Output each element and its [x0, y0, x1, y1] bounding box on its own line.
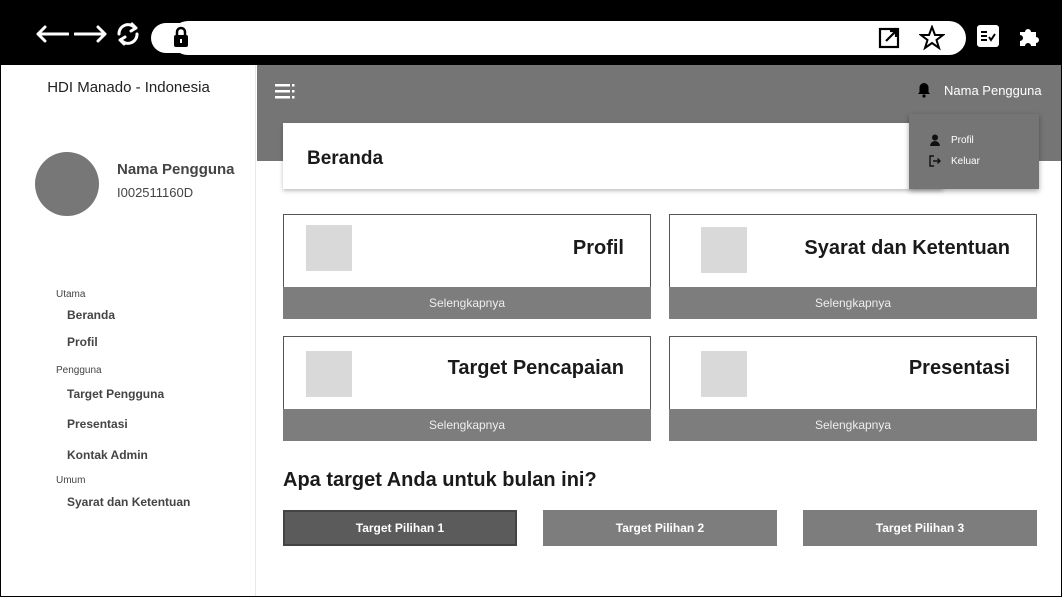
card-target-pencapaian[interactable]: Target Pencapaian Selengkapnya	[283, 336, 651, 441]
card-more-button[interactable]: Selengkapnya	[669, 409, 1037, 441]
card-profil[interactable]: Profil Selengkapnya	[283, 214, 651, 319]
sidebar: HDI Manado - Indonesia Nama Pengguna I00…	[1, 65, 256, 596]
logout-icon	[929, 155, 941, 167]
card-thumbnail	[701, 227, 747, 273]
page-header-card: Beranda	[283, 123, 943, 189]
card-title: Target Pencapaian	[447, 357, 624, 379]
sidebar-item-beranda[interactable]: Beranda	[67, 308, 115, 322]
card-thumbnail	[701, 351, 747, 397]
user-dropdown-menu: Profil Keluar	[909, 114, 1039, 189]
sidebar-user-id: I002511160D	[117, 185, 194, 200]
target-option-2-button[interactable]: Target Pilihan 2	[543, 510, 777, 546]
extensions-puzzle-icon[interactable]	[1017, 24, 1041, 48]
sidebar-item-kontak-admin[interactable]: Kontak Admin	[67, 448, 148, 462]
lock-icon	[174, 26, 188, 47]
avatar	[35, 152, 99, 216]
sidebar-item-target-pengguna[interactable]: Target Pengguna	[67, 387, 164, 401]
open-external-icon[interactable]	[877, 26, 901, 50]
card-syarat-dan-ketentuan[interactable]: Syarat dan Ketentuan Selengkapnya	[669, 214, 1037, 319]
reload-icon[interactable]	[113, 21, 143, 47]
card-thumbnail	[306, 225, 352, 271]
sidebar-item-profil[interactable]: Profil	[67, 335, 98, 349]
target-option-1-button[interactable]: Target Pilihan 1	[283, 510, 517, 546]
nav-section-umum: Umum	[56, 475, 86, 486]
sidebar-item-presentasi[interactable]: Presentasi	[67, 417, 128, 431]
page-title: Beranda	[307, 148, 384, 169]
dropdown-label-keluar: Keluar	[951, 155, 980, 167]
dropdown-item-keluar[interactable]: Keluar	[929, 155, 980, 167]
sidebar-user-name: Nama Pengguna	[117, 161, 235, 178]
reading-list-icon[interactable]	[977, 25, 999, 47]
card-title: Syarat dan Ketentuan	[804, 237, 1010, 259]
dropdown-label-profil: Profil	[951, 134, 974, 146]
card-more-button[interactable]: Selengkapnya	[283, 287, 651, 319]
targets-question: Apa target Anda untuk bulan ini?	[283, 469, 597, 491]
app-window: HDI Manado - Indonesia Nama Pengguna I00…	[0, 0, 1062, 597]
brand-label: HDI Manado - Indonesia	[47, 79, 210, 96]
bookmark-star-icon[interactable]	[919, 25, 945, 51]
nav-section-utama: Utama	[56, 289, 86, 300]
card-title: Presentasi	[908, 357, 1010, 379]
header-user-name[interactable]: Nama Pengguna	[944, 83, 1042, 98]
url-bar[interactable]	[171, 21, 966, 55]
back-arrow-icon[interactable]	[35, 25, 69, 43]
user-icon	[930, 134, 940, 146]
forward-arrow-icon[interactable]	[74, 25, 108, 43]
browser-toolbar	[1, 1, 1061, 65]
nav-section-pengguna: Pengguna	[56, 365, 102, 376]
target-option-3-button[interactable]: Target Pilihan 3	[803, 510, 1037, 546]
card-title: Profil	[572, 237, 624, 259]
menu-icon[interactable]	[275, 83, 295, 99]
card-more-button[interactable]: Selengkapnya	[283, 409, 651, 441]
dropdown-item-profil[interactable]: Profil	[929, 134, 974, 146]
card-presentasi[interactable]: Presentasi Selengkapnya	[669, 336, 1037, 441]
sidebar-item-syarat-dan-ketentuan[interactable]: Syarat dan Ketentuan	[67, 495, 190, 509]
bell-icon[interactable]	[917, 82, 931, 98]
card-thumbnail	[306, 351, 352, 397]
card-more-button[interactable]: Selengkapnya	[669, 287, 1037, 319]
